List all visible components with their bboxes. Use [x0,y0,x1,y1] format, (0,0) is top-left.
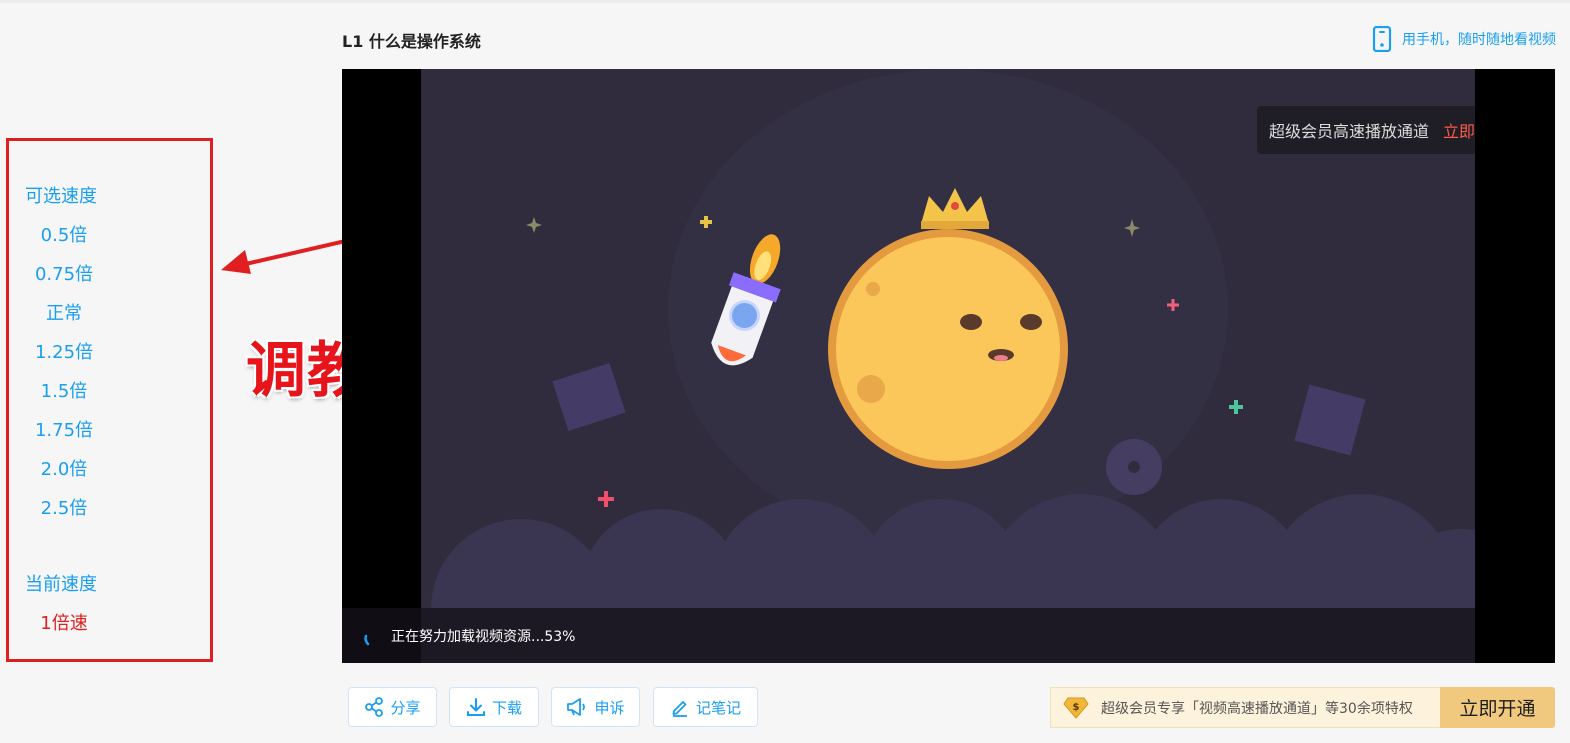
appeal-label: 申诉 [594,698,625,717]
speed-option-1.5[interactable]: 1.5倍 [9,377,119,403]
mobile-watch-link[interactable]: 用手机，随时随地看视频 [1372,26,1556,52]
notes-label: 记笔记 [695,698,741,717]
vip-tip-open-link[interactable]: 立即开通 [1443,118,1475,142]
appeal-button[interactable]: 申诉 [551,687,640,727]
speed-option-1.75[interactable]: 1.75倍 [9,416,119,442]
speed-option-1.25[interactable]: 1.25倍 [9,338,119,364]
vip-speed-tip: 超级会员高速播放通道 立即开通 [1257,106,1475,154]
loading-spinner-icon [364,634,370,646]
download-icon [466,698,485,716]
notes-button[interactable]: 记笔记 [653,687,758,727]
vip-tip-text: 超级会员高速播放通道 [1269,122,1430,141]
loading-status-text: 正在努力加载视频资源...53% [391,629,576,645]
pencil-icon [672,701,687,717]
current-speed-heading: 当前速度 [25,574,97,595]
current-speed-value: 1倍速 [40,613,88,634]
loading-illustration [421,69,1475,663]
share-label: 分享 [390,698,421,717]
speed-options-heading: 可选速度 [25,186,97,207]
speed-option-2.0[interactable]: 2.0倍 [9,455,119,481]
svg-text:$: $ [1073,702,1080,713]
share-icon [365,697,384,717]
vip-diamond-icon: $ [1063,697,1089,719]
download-label: 下载 [491,698,522,717]
phone-icon [1372,26,1392,52]
megaphone-icon [567,698,586,716]
lesson-title: L1 什么是操作系统 [342,32,481,51]
share-button[interactable]: 分享 [348,687,437,727]
speed-option-0.75[interactable]: 0.75倍 [9,260,119,286]
speed-option-0.5[interactable]: 0.5倍 [9,221,119,247]
loading-overlay: 正在努力加载视频资源...53% [342,608,1475,663]
mobile-link-label: 用手机，随时随地看视频 [1402,32,1556,48]
speed-option-2.5[interactable]: 2.5倍 [9,494,119,520]
top-divider [0,0,1570,3]
download-button[interactable]: 下载 [449,687,539,727]
vip-open-button[interactable]: 立即开通 [1440,687,1555,728]
vip-banner-text: 超级会员专享「视频高速播放通道」等30余项特权 [1101,700,1413,717]
vip-banner: $ 超级会员专享「视频高速播放通道」等30余项特权 [1050,687,1441,728]
speed-option-normal[interactable]: 正常 [9,299,119,325]
speed-panel: 可选速度 0.5倍 0.75倍 正常 1.25倍 1.5倍 1.75倍 2.0倍… [6,138,213,662]
video-player[interactable]: 超级会员高速播放通道 立即开通 正在努力加载视频资源...53% [342,69,1555,663]
video-stage: 超级会员高速播放通道 立即开通 [421,69,1475,663]
